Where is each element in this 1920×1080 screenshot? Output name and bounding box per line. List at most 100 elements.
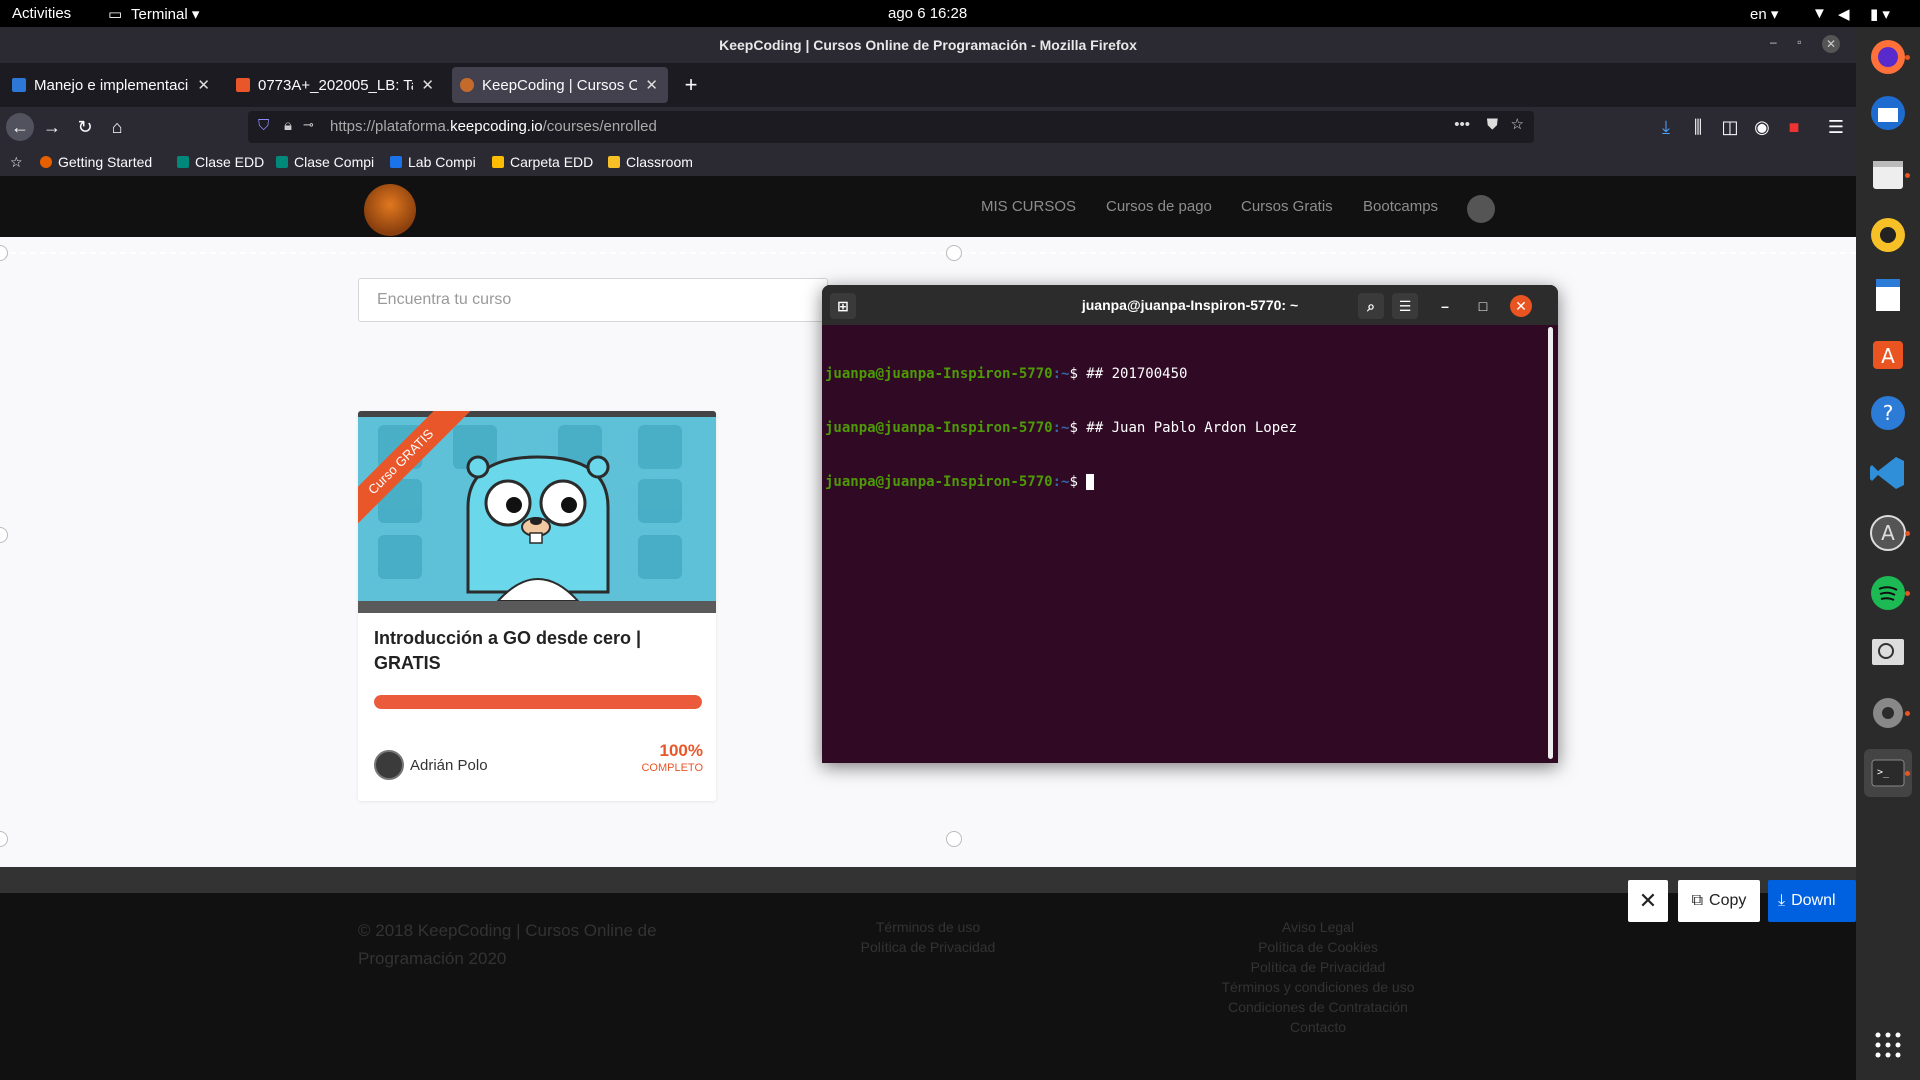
close-screenshot-button[interactable]: ✕ [1628,880,1668,922]
terminal-output[interactable]: juanpa@juanpa-Inspiron-5770:~$ ## 201700… [825,329,1297,527]
footer-links-col3: Aviso Legal Política de Cookies Política… [1198,917,1438,1037]
close-tab-icon[interactable]: ✕ [421,76,434,94]
vscode-icon[interactable] [1864,449,1912,497]
terminal-line: juanpa@juanpa-Inspiron-5770:~$ [825,473,1297,491]
svg-text:?: ? [1883,401,1894,425]
battery-icon[interactable]: ▮ ▾ [1870,5,1890,23]
nav-bootcamps[interactable]: Bootcamps [1363,198,1438,215]
footer-link[interactable]: Política de Privacidad [1198,957,1438,977]
nav-cursos-gratis[interactable]: Cursos Gratis [1241,198,1333,215]
download-button[interactable]: ⤓ Downl [1768,880,1856,922]
ubuntu-dock: A ? A >_ [1856,27,1920,1080]
search-icon[interactable]: ⌕ [1358,293,1384,319]
course-search-input[interactable]: Encuentra tu curso [358,278,828,322]
library-icon[interactable]: ⫼ [1684,113,1712,141]
activities-button[interactable]: Activities [12,5,71,22]
url-bar[interactable]: ⛉ 🔒︎ ⊸ https://plataforma.keepcoding.io/… [248,111,1534,143]
terminal-window[interactable]: ⊞ juanpa@juanpa-Inspiron-5770: ~ ⌕ ☰ – □… [822,285,1558,763]
clock[interactable]: ago 6 16:28 [888,5,967,22]
software-center-icon[interactable]: A [1864,329,1912,377]
tab-favicon [12,78,26,92]
menu-icon[interactable]: ☰ [1822,113,1850,141]
footer-link[interactable]: Condiciones de Contratación [1198,997,1438,1017]
tab-manejo[interactable]: Manejo e implementació ✕ [4,67,220,103]
shield-icon[interactable]: ⛉ [258,117,269,134]
system-top-bar: Activities ▭ Terminal ▾ ago 6 16:28 en ▾… [0,0,1920,27]
pocket-icon[interactable]: ⛊ [1487,116,1498,133]
copy-button[interactable]: ⧉ Copy [1678,880,1760,922]
terminal-app-icon[interactable]: >_ [1864,749,1912,797]
footer-link[interactable]: Términos y condiciones de uso [1198,977,1438,997]
firefox-icon[interactable] [1864,33,1912,81]
tab-0773a[interactable]: 0773A+_202005_LB: Tar ✕ [228,67,444,103]
window-controls: – ▫ ✕ [1770,35,1840,53]
close-icon[interactable]: ✕ [1510,295,1532,317]
lock-icon[interactable]: 🔒︎ [284,117,292,134]
files-icon[interactable] [1864,151,1912,199]
magnifier-icon[interactable] [1864,629,1912,677]
nav-mis-cursos[interactable]: MIS CURSOS [981,198,1076,215]
extension-icon[interactable]: ■ [1780,113,1808,141]
hamburger-menu-icon[interactable]: ☰ [1392,293,1418,319]
help-icon[interactable]: ? [1864,389,1912,437]
terminal-scrollbar[interactable] [1548,327,1553,759]
selection-handle[interactable] [946,831,962,847]
firefox-window: KeepCoding | Cursos Online de Programaci… [0,27,1856,1080]
svg-text:A: A [1881,521,1895,545]
footer-link[interactable]: Aviso Legal [1198,917,1438,937]
close-tab-icon[interactable]: ✕ [197,76,210,94]
bookmark-lab-compi[interactable]: Lab Compi [390,154,476,170]
wifi-icon[interactable]: ▼ [1812,5,1827,22]
key-icon[interactable]: ⊸ [303,117,314,133]
selection-handle[interactable] [946,245,962,261]
footer-link[interactable]: Política de Privacidad [848,937,1008,957]
tab-keepcoding[interactable]: KeepCoding | Cursos Onl ✕ [452,67,668,103]
app-menu[interactable]: Terminal ▾ [131,5,199,23]
course-percent: 100% [659,741,703,760]
minimize-icon[interactable]: – [1770,35,1777,53]
user-avatar[interactable] [1467,195,1495,223]
minimize-icon[interactable]: – [1432,293,1458,319]
footer-link[interactable]: Contacto [1198,1017,1438,1037]
nav-cursos-de-pago[interactable]: Cursos de pago [1106,198,1212,215]
sidebar-icon[interactable]: ◫ [1716,113,1744,141]
reload-button[interactable]: ↻ [71,113,99,141]
maximize-icon[interactable]: □ [1470,293,1496,319]
footer-copyright: © 2018 KeepCoding | Cursos Online de Pro… [358,921,657,968]
new-tab-button[interactable]: + [677,71,705,99]
spotify-icon[interactable] [1864,569,1912,617]
selection-border [0,252,1856,254]
bookmark-getting-started[interactable]: Getting Started [40,154,152,170]
home-button[interactable]: ⌂ [103,113,131,141]
back-button[interactable]: ← [6,113,34,141]
bookmarks-toolbar: ☆ Getting Started Clase EDD Clase Compi … [0,147,1856,177]
rhythmbox-icon[interactable] [1864,211,1912,259]
bookmark-star-icon[interactable]: ☆ [1511,115,1524,133]
writer-icon[interactable] [1864,271,1912,319]
footer-link[interactable]: Política de Cookies [1198,937,1438,957]
settings-icon[interactable] [1864,689,1912,737]
course-title[interactable]: Introducción a GO desde cero | GRATIS [374,626,694,676]
svg-text:>_: >_ [1877,767,1890,778]
maximize-icon[interactable]: ▫ [1797,35,1801,53]
site-logo[interactable] [364,184,416,236]
forward-button[interactable]: → [38,113,66,141]
account-icon[interactable]: ◉ [1748,113,1776,141]
footer-link[interactable]: Términos de uso [848,917,1008,937]
bookmark-carpeta-edd[interactable]: Carpeta EDD [492,154,593,170]
bookmark-clase-compi[interactable]: Clase Compi [276,154,374,170]
page-actions-icon[interactable]: ••• [1454,116,1470,133]
bookmarks-manager-icon[interactable]: ☆ [10,154,23,171]
close-icon[interactable]: ✕ [1821,35,1840,53]
downloads-icon[interactable]: ⤓ [1652,113,1680,141]
show-applications-icon[interactable] [1864,1021,1912,1069]
software-updater-icon[interactable]: A [1864,509,1912,557]
language-indicator[interactable]: en ▾ [1750,5,1778,23]
volume-icon[interactable]: ◀ [1838,5,1850,23]
close-tab-icon[interactable]: ✕ [645,76,658,94]
thunderbird-icon[interactable] [1864,89,1912,137]
bookmark-classroom[interactable]: Classroom [608,154,693,170]
bookmark-clase-edd[interactable]: Clase EDD [177,154,264,170]
course-card[interactable]: Curso GRATIS Introducción a GO desde cer… [358,411,716,801]
course-progress-bar [374,695,702,709]
